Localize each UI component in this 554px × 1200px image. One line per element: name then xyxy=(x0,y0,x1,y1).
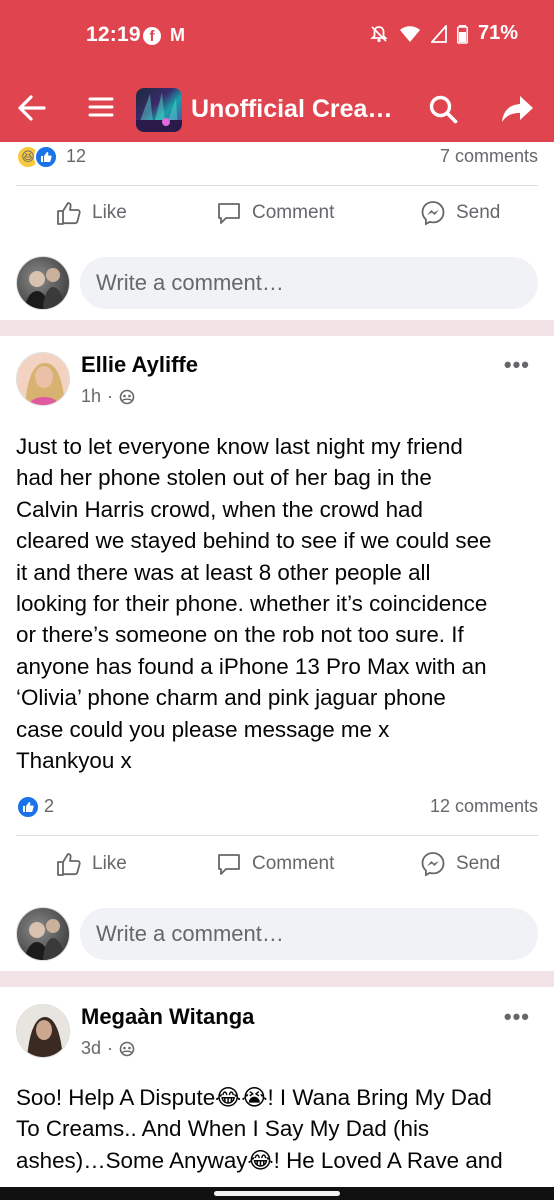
post-line: or there’s someone on the rob not too su… xyxy=(16,622,464,648)
post-line: cleared we stayed behind to see if we co… xyxy=(16,528,492,554)
send-label: Send xyxy=(456,853,501,874)
post-meta: 3d · xyxy=(81,1038,135,1059)
author-name[interactable]: Ellie Ayliffe xyxy=(81,352,198,378)
author-name[interactable]: Megaàn Witanga xyxy=(81,1004,254,1030)
comments-count[interactable]: 12 comments xyxy=(430,796,538,817)
comment-label: Comment xyxy=(252,853,335,874)
search-icon[interactable] xyxy=(428,94,458,124)
comment-icon xyxy=(218,203,240,224)
author-avatar[interactable] xyxy=(16,1004,70,1058)
members-icon xyxy=(119,389,135,404)
post-actions: Like Comment Send xyxy=(0,837,554,897)
comment-icon xyxy=(218,854,240,875)
post-line: Thankyou x xyxy=(16,748,132,774)
reactions-count: 12 xyxy=(66,146,87,166)
author-avatar[interactable] xyxy=(16,352,70,406)
post-line: Just to let everyone know last night my … xyxy=(16,434,463,459)
comment-input[interactable]: Write a comment… xyxy=(80,257,538,309)
post-time[interactable]: 3d xyxy=(81,1038,101,1059)
signal-icon xyxy=(430,24,447,43)
like-icon xyxy=(57,853,81,876)
status-time: 12:19 xyxy=(86,23,141,46)
comment-composer: Write a comment… xyxy=(0,904,554,964)
post-line: Soo! Help A Dispute😂😭! I Wana Bring My D… xyxy=(16,1085,492,1110)
reaction-icons xyxy=(16,795,40,819)
status-bar: 12:19 f M 71% xyxy=(0,0,554,72)
post-header: Megaàn Witanga 3d · ••• xyxy=(0,1004,554,1084)
post-line: Calvin Harris crowd, when the crowd had xyxy=(16,496,423,522)
reactions-summary[interactable]: 2 12 comments xyxy=(16,792,538,822)
like-label: Like xyxy=(92,202,127,223)
post-separator xyxy=(0,320,554,336)
page-title[interactable]: Unofficial Cream… xyxy=(191,95,411,124)
like-icon xyxy=(57,202,81,225)
post-separator xyxy=(0,971,554,987)
top-bar: 12:19 f M 71% Unofficial Cream… xyxy=(0,0,554,142)
like-label: Like xyxy=(92,853,127,874)
send-button[interactable]: Send xyxy=(420,851,500,877)
like-reaction-icon xyxy=(34,145,58,169)
like-button[interactable]: Like xyxy=(56,851,127,877)
facebook-notification-icon: f xyxy=(143,27,161,45)
post-line: ‘Olivia’ phone charm and pink jaguar pho… xyxy=(16,685,446,711)
post-line: it and there was at least 8 other people… xyxy=(16,559,431,585)
post-actions: Like Comment Send xyxy=(0,186,554,246)
reactions-count: 2 xyxy=(44,796,55,816)
post-line: To Creams.. And When I Say My Dad (his xyxy=(16,1116,430,1142)
share-icon[interactable] xyxy=(500,94,534,124)
battery-percent: 71% xyxy=(477,22,518,44)
post-line: anyone has found a iPhone 13 Pro Max wit… xyxy=(16,653,487,679)
menu-icon[interactable] xyxy=(88,94,114,120)
post-line: looking for their phone. whether it’s co… xyxy=(16,591,488,617)
meta-dot: · xyxy=(107,386,114,406)
home-gesture-pill[interactable] xyxy=(214,1191,340,1196)
user-avatar[interactable] xyxy=(16,907,70,961)
send-button[interactable]: Send xyxy=(420,200,500,226)
user-avatar[interactable] xyxy=(16,256,70,310)
members-icon xyxy=(119,1041,135,1056)
comment-button[interactable]: Comment xyxy=(216,200,334,226)
status-right: 71% xyxy=(369,22,518,45)
group-thumbnail[interactable] xyxy=(136,88,182,132)
mute-icon xyxy=(370,25,388,42)
battery-icon xyxy=(457,24,468,44)
post-body: Soo! Help A Dispute😂😭! I Wana Bring My D… xyxy=(16,1082,540,1176)
reactions-summary[interactable]: 😆 12 7 comments xyxy=(16,142,538,172)
post-meta: 1h · xyxy=(81,386,135,407)
like-reaction-icon xyxy=(16,795,40,819)
comment-button[interactable]: Comment xyxy=(216,851,334,877)
send-label: Send xyxy=(456,202,501,223)
reaction-icons: 😆 xyxy=(16,145,58,169)
comment-composer: Write a comment… xyxy=(0,253,554,313)
back-arrow-icon[interactable] xyxy=(14,90,50,126)
post-line: case could you please message me x xyxy=(16,716,390,742)
divider xyxy=(16,835,538,836)
comment-label: Comment xyxy=(252,202,335,223)
messenger-icon xyxy=(421,201,445,226)
wifi-icon xyxy=(399,25,420,42)
like-button[interactable]: Like xyxy=(56,200,127,226)
app-bar: Unofficial Cream… xyxy=(0,72,554,142)
more-options-icon[interactable]: ••• xyxy=(504,1004,530,1030)
messenger-icon xyxy=(421,852,445,877)
comment-input[interactable]: Write a comment… xyxy=(80,908,538,960)
comments-count[interactable]: 7 comments xyxy=(440,146,538,167)
more-options-icon[interactable]: ••• xyxy=(504,352,530,378)
meta-dot: · xyxy=(107,1038,114,1058)
post-line: ashes)…Some Anyway😂! He Loved A Rave and xyxy=(16,1147,503,1173)
gmail-notification-icon: M xyxy=(170,25,185,45)
post-line: had her phone stolen out of her bag in t… xyxy=(16,465,432,491)
post-header: Ellie Ayliffe 1h · ••• xyxy=(0,352,554,432)
post-time[interactable]: 1h xyxy=(81,386,101,407)
post-body: Just to let everyone know last night my … xyxy=(16,431,540,776)
